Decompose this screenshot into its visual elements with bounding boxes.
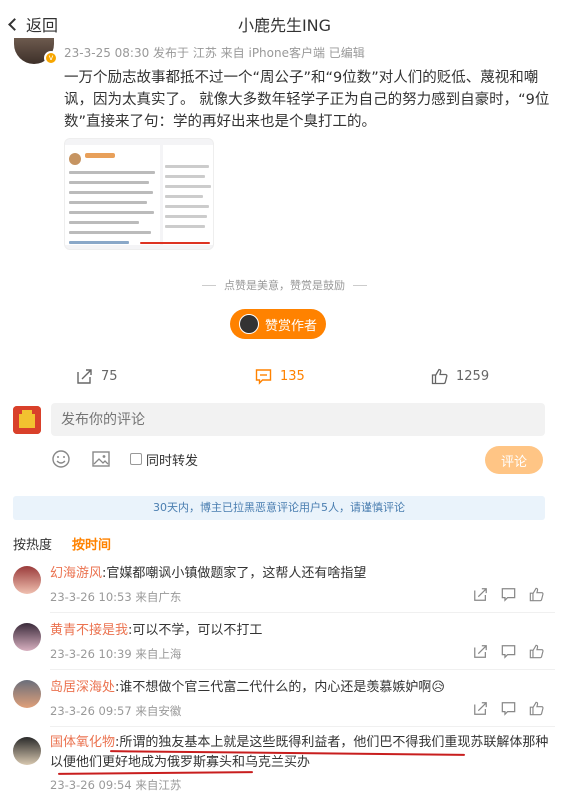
post-image-thumbnail[interactable]: [64, 138, 214, 250]
repost-checkbox[interactable]: [130, 453, 142, 465]
top-bar: 返回 小鹿先生ING: [0, 0, 569, 44]
thumbnail-name: [85, 153, 115, 158]
comment-body: :可以不学，可以不打工: [128, 623, 263, 638]
reward-author-button[interactable]: 赞赏作者: [230, 309, 326, 339]
post-meta: 23-3-25 08:30 发布于 江苏 来自 iPhone客户端 已编辑: [64, 46, 365, 60]
sort-tabs: 按热度 按时间: [13, 534, 111, 553]
thumbnail-line: [165, 215, 207, 218]
comment-meta: 23-3-26 10:39 来自上海: [50, 647, 182, 661]
emoji-icon[interactable]: [50, 448, 72, 470]
reward-button-label: 赞赏作者: [264, 318, 317, 334]
comment-text: 幻海游风:官媒都嘲讽小镇做题家了，这帮人还有啥指望: [50, 564, 555, 584]
comment-text: 黄青不接是我:可以不学，可以不打工: [50, 621, 555, 641]
thumbs-up-icon[interactable]: [529, 587, 544, 602]
thumbnail-line: [69, 231, 151, 234]
thumbnail-line: [165, 185, 211, 188]
repost-icon[interactable]: [473, 644, 488, 659]
comment-actions: [473, 644, 544, 659]
thumbnail-line: [69, 171, 155, 174]
reward-hint-text: 点赞是美意，赞赏是鼓励: [224, 279, 345, 292]
author-avatar-small: [238, 314, 259, 334]
verified-badge-icon: v: [44, 51, 58, 65]
handwritten-underline: [57, 771, 254, 775]
thumbnail-line: [69, 181, 149, 184]
repost-icon[interactable]: [473, 701, 488, 716]
thumbs-up-icon[interactable]: [529, 644, 544, 659]
thumbnail-line: [69, 221, 139, 224]
comment-meta: 23-3-26 09:54 来自江苏: [50, 778, 182, 792]
tab-sort-time[interactable]: 按时间: [72, 534, 111, 553]
comment-count: 135: [280, 369, 305, 384]
repost-icon[interactable]: [473, 587, 488, 602]
thumbnail-line: [165, 205, 209, 208]
comment-actions: [473, 587, 544, 602]
thumbnail-line: [165, 165, 209, 168]
commenter-name[interactable]: 国体氧化物: [50, 735, 115, 750]
divider: [202, 284, 216, 286]
repost-button[interactable]: 75: [76, 368, 118, 385]
image-icon[interactable]: [90, 448, 112, 470]
comment-notice: 30天内，博主已拉黑恶意评论用户5人，请谨慎评论: [13, 496, 545, 520]
action-bar: 75 135 1259: [0, 360, 569, 394]
comment-composer: 同时转发 评论: [0, 398, 569, 488]
user-avatar-image: [13, 406, 41, 434]
thumbnail-highlight: [140, 242, 210, 244]
thumbnail-line: [69, 211, 154, 214]
commenter-avatar[interactable]: [13, 680, 41, 708]
page-title: 小鹿先生ING: [237, 16, 332, 35]
thumbnail-avatar: [69, 153, 81, 165]
divider: [353, 284, 367, 286]
composer-tools: 同时转发: [50, 448, 198, 470]
comment-icon[interactable]: [501, 701, 516, 716]
commenter-avatar[interactable]: [13, 623, 41, 651]
thumbnail-line: [69, 201, 147, 204]
repost-icon: [77, 369, 92, 384]
comment-icon: [255, 369, 272, 385]
commenter-name[interactable]: 幻海游风: [50, 566, 102, 581]
comment-icon[interactable]: [501, 587, 516, 602]
thumbnail-line: [165, 225, 205, 228]
comment-actions: [473, 701, 544, 716]
reward-hint: 点赞是美意，赞赏是鼓励: [0, 277, 569, 293]
thumbnail-line: [165, 195, 203, 198]
thumbnail-card: [65, 145, 160, 245]
divider: [50, 669, 555, 670]
comment-icon[interactable]: [501, 644, 516, 659]
tab-sort-hot[interactable]: 按热度: [13, 534, 52, 553]
commenter-name[interactable]: 岛居深海处: [50, 680, 115, 695]
submit-comment-button[interactable]: 评论: [485, 446, 543, 474]
thumbnail-line: [165, 175, 205, 178]
like-button[interactable]: 1259: [431, 368, 489, 385]
thumbs-up-icon: [431, 368, 448, 385]
comment-meta: 23-3-26 09:57 来自安徽: [50, 704, 182, 718]
thumbs-up-icon[interactable]: [529, 701, 544, 716]
like-count: 1259: [456, 369, 490, 384]
repost-checkbox-label: 同时转发: [146, 453, 199, 469]
divider: [50, 726, 555, 727]
comment-input[interactable]: [51, 403, 545, 436]
repost-count: 75: [101, 369, 118, 384]
divider: [50, 612, 555, 613]
thumbnail-card: [163, 145, 213, 245]
thumbnail-line: [69, 191, 153, 194]
commenter-name[interactable]: 黄青不接是我: [50, 623, 128, 638]
commenter-avatar[interactable]: [13, 566, 41, 594]
comment-meta: 23-3-26 10:53 来自广东: [50, 590, 182, 604]
thumbnail-line: [69, 241, 129, 244]
comment-text: 岛居深海处:谁不想做个官三代富二代什么的，内心还是羡慕嫉妒啊😥: [50, 678, 555, 698]
comment-body: :官媒都嘲讽小镇做题家了，这帮人还有啥指望: [102, 566, 367, 581]
current-user-avatar[interactable]: [13, 406, 41, 434]
comment-body: :谁不想做个官三代富二代什么的，内心还是羡慕嫉妒啊😥: [115, 680, 445, 695]
commenter-avatar[interactable]: [13, 737, 41, 765]
post-text: 一万个励志故事都抵不过一个“周公子”和“9位数”对人们的贬低、蔑视和嘲讽，因为太…: [64, 70, 550, 130]
comment-button[interactable]: 135: [255, 368, 305, 385]
